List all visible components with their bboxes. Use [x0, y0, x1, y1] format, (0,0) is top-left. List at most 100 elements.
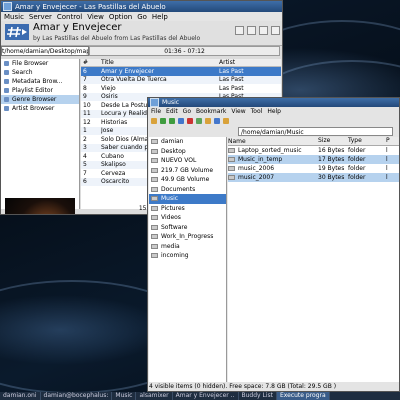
- menu-help[interactable]: Help: [152, 13, 168, 21]
- file-list: Name Size Type P Laptop_sorted_music 16 B…: [228, 137, 399, 382]
- column-artist[interactable]: Artist: [219, 59, 279, 66]
- file-row[interactable]: music_2006 19 Bytes folder l: [228, 164, 399, 173]
- up-icon[interactable]: [178, 118, 184, 124]
- tree-item[interactable]: media: [149, 242, 226, 252]
- folder-icon: [228, 175, 235, 180]
- sidebar-item[interactable]: File Browser: [1, 59, 79, 68]
- tree-item[interactable]: Pictures: [149, 204, 226, 214]
- sidebar-item[interactable]: Playlist Editor: [1, 86, 79, 95]
- tree-item-label: damian: [161, 138, 184, 146]
- track-row[interactable]: 7 Otra Vuelta De Tuerca Las Past: [81, 75, 281, 84]
- file-name: Laptop_sorted_music: [238, 147, 302, 154]
- column-type[interactable]: Type: [348, 137, 386, 145]
- track-number: 4: [83, 152, 87, 160]
- forward-icon[interactable]: [169, 118, 175, 124]
- tree-item[interactable]: NUEVO VOL: [149, 156, 226, 166]
- stop-icon[interactable]: [187, 118, 193, 124]
- menu-go[interactable]: Go: [183, 108, 191, 115]
- column-permissions[interactable]: P: [386, 137, 399, 145]
- menu-view[interactable]: View: [231, 108, 245, 115]
- open-icon[interactable]: [223, 118, 229, 124]
- menu-server[interactable]: Server: [29, 13, 52, 21]
- track-number: 7: [83, 76, 87, 84]
- taskbar-button[interactable]: damian.oni: [0, 392, 41, 400]
- track-row[interactable]: 6 Amar y Envejecer Las Past: [81, 67, 281, 76]
- folder-app-icon: [150, 98, 159, 107]
- menu-edit[interactable]: Edit: [166, 108, 178, 115]
- track-number: 7: [83, 169, 87, 177]
- column-size[interactable]: Size: [318, 137, 348, 145]
- fm-titlebar[interactable]: Music: [148, 98, 399, 107]
- location-bar: /home/damian/Music: [148, 126, 399, 137]
- taskbar-button[interactable]: Amar y Envejecer ..: [173, 392, 239, 400]
- taskbar-button[interactable]: alsamixer: [136, 392, 173, 400]
- menu-option[interactable]: Option: [109, 13, 132, 21]
- player-titlebar[interactable]: Amar y Envejecer - Las Pastillas del Abu…: [1, 1, 282, 12]
- maximize-button[interactable]: [259, 26, 268, 35]
- menu-file[interactable]: File: [151, 108, 161, 115]
- close-button[interactable]: [271, 26, 280, 35]
- tree-item[interactable]: Documents: [149, 185, 226, 195]
- column-title[interactable]: Title: [101, 59, 219, 66]
- tree-item[interactable]: Music: [149, 194, 226, 204]
- path-field[interactable]: t/home/damian/Desktop/mapa_ib-GACI: [1, 46, 89, 56]
- minimize-button[interactable]: [247, 26, 256, 35]
- tree-item-label: Desktop: [161, 147, 186, 155]
- tree-item[interactable]: incoming: [149, 251, 226, 261]
- file-row[interactable]: Music_in_temp 17 Bytes folder l: [228, 155, 399, 164]
- tree-item[interactable]: Work_In_Progress: [149, 232, 226, 242]
- tree-item[interactable]: 219.7 GB Volume: [149, 166, 226, 176]
- new-folder-icon[interactable]: [151, 118, 157, 124]
- column-number[interactable]: #: [81, 59, 101, 66]
- folder-icon: [228, 166, 235, 171]
- fullscreen-button[interactable]: [235, 26, 244, 35]
- sidebar-item-label: Search: [12, 69, 33, 76]
- tree-item-label: Software: [161, 223, 188, 231]
- tree-item[interactable]: Videos: [149, 213, 226, 223]
- taskbar-button[interactable]: Music: [112, 392, 137, 400]
- sidebar-item[interactable]: Search: [1, 68, 79, 77]
- menu-go[interactable]: Go: [137, 13, 147, 21]
- file-row[interactable]: Laptop_sorted_music 16 Bytes folder l: [228, 146, 399, 155]
- track-number: 6: [83, 178, 87, 186]
- menu-tool[interactable]: Tool: [251, 108, 263, 115]
- sidebar-item[interactable]: Artist Browser: [1, 104, 79, 113]
- tree-item[interactable]: Desktop: [149, 147, 226, 157]
- track-artist: Las Past: [219, 76, 244, 84]
- file-row[interactable]: music_2007 30 Bytes folder l: [228, 173, 399, 182]
- tree-item[interactable]: 49.9 GB Volume: [149, 175, 226, 185]
- tree-item[interactable]: damian: [149, 137, 226, 147]
- track-list-header: # Title Artist: [81, 59, 281, 67]
- menu-view[interactable]: View: [87, 13, 104, 21]
- sidebar-item[interactable]: Metadata Brow...: [1, 77, 79, 86]
- fm-toolbar: [148, 116, 399, 126]
- reload-icon[interactable]: [196, 118, 202, 124]
- tree-item-label: 49.9 GB Volume: [161, 176, 210, 184]
- menu-help[interactable]: Help: [267, 108, 281, 115]
- home-icon[interactable]: [205, 118, 211, 124]
- tree-item-label: Work_In_Progress: [161, 233, 214, 241]
- tree-item-label: 219.7 GB Volume: [161, 166, 214, 174]
- folder-icon: [228, 148, 235, 153]
- taskbar-button[interactable]: Execute progra: [276, 392, 330, 400]
- track-row[interactable]: 8 Viejo Las Past: [81, 84, 281, 93]
- folder-icon: [151, 186, 158, 192]
- menu-bookmark[interactable]: Bookmark: [196, 108, 226, 115]
- column-name[interactable]: Name: [228, 137, 318, 145]
- menu-music[interactable]: Music: [4, 13, 24, 21]
- seek-bar[interactable]: 01:36 - 07:12: [89, 46, 280, 56]
- sidebar-item[interactable]: Genre Browser: [1, 95, 79, 104]
- menu-control[interactable]: Control: [57, 13, 82, 21]
- tree-item-label: Documents: [161, 185, 196, 193]
- track-number: 6: [83, 67, 87, 75]
- view-icon[interactable]: [214, 118, 220, 124]
- taskbar-button[interactable]: damian@bocephalus:: [41, 392, 113, 400]
- folder-icon: [151, 196, 158, 202]
- folder-icon: [151, 205, 158, 211]
- file-name-cell: music_2006: [228, 165, 318, 172]
- tree-item[interactable]: Software: [149, 223, 226, 233]
- taskbar-button[interactable]: Buddy List: [239, 392, 277, 400]
- location-input[interactable]: /home/damian/Music: [238, 127, 393, 136]
- back-icon[interactable]: [160, 118, 166, 124]
- sidebar-item-label: Metadata Brow...: [12, 78, 63, 85]
